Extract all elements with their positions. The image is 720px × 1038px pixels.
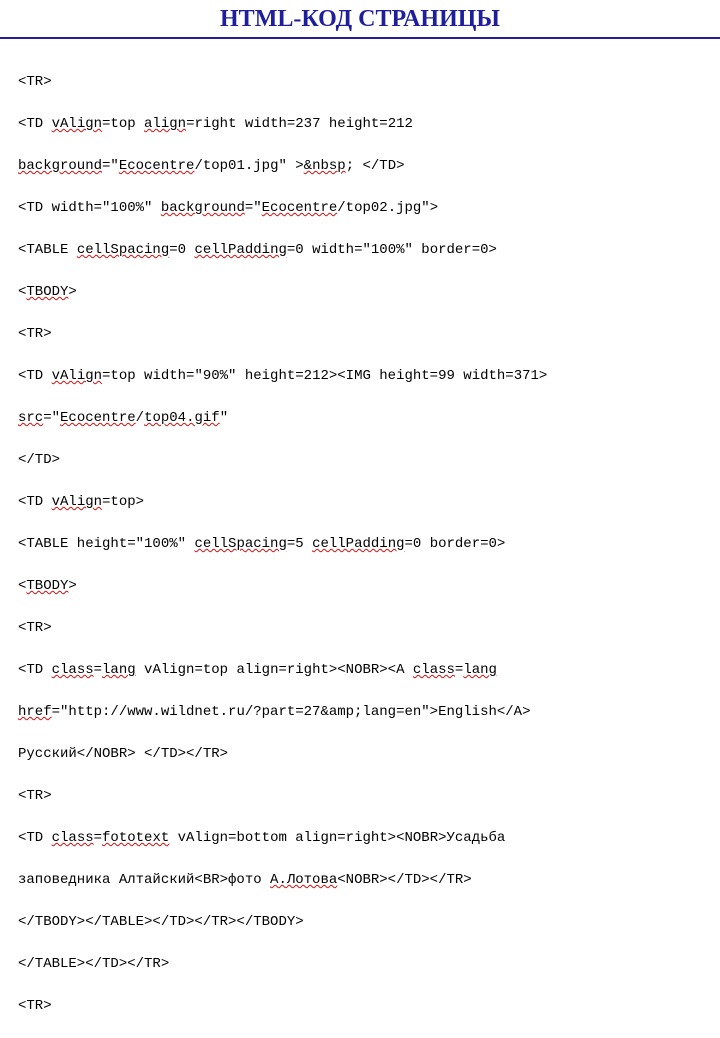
page-title: HTML-КОД СТРАНИЦЫ	[0, 0, 720, 39]
title-text: HTML-КОД СТРАНИЦЫ	[220, 6, 500, 32]
code-block: <TR> <TD vAlign=top align=right width=23…	[0, 39, 720, 1038]
